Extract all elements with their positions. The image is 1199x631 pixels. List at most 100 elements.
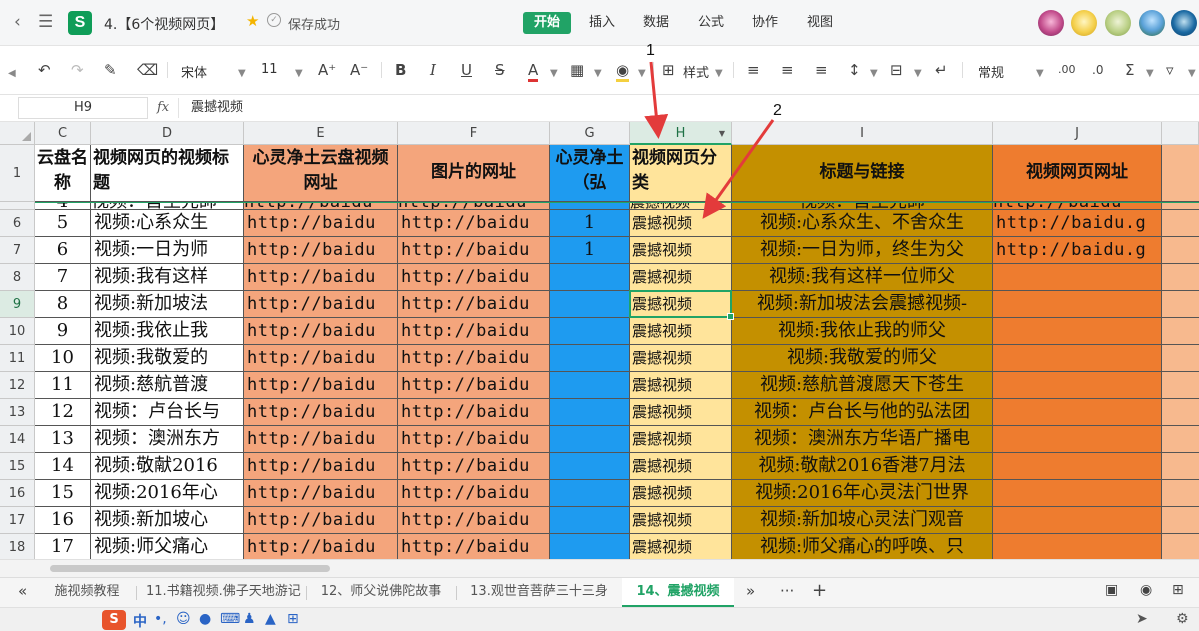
- cell-i[interactable]: 视频:新加坡心灵法门观音: [732, 507, 993, 534]
- menu-view[interactable]: 视图: [796, 12, 844, 34]
- cell-f[interactable]: http://baidu: [398, 318, 550, 345]
- borders-icon[interactable]: ▦: [570, 61, 584, 79]
- cell-i[interactable]: 视频：卢台长与他的弘法团: [732, 399, 993, 426]
- vertical-align-icon[interactable]: ↕: [848, 61, 861, 79]
- redo-icon[interactable]: ↷: [71, 61, 84, 79]
- chevron-down-icon[interactable]: ▼: [295, 65, 303, 83]
- cell-d[interactable]: 视频:心系众生: [91, 210, 244, 237]
- cell-c[interactable]: 15: [35, 480, 91, 507]
- clear-format-icon[interactable]: ⌫: [137, 61, 158, 79]
- rocket-icon[interactable]: ➤: [1136, 611, 1148, 627]
- cell-g[interactable]: [550, 453, 630, 480]
- row-header[interactable]: 16: [0, 480, 35, 507]
- decrease-font-icon[interactable]: A⁻: [350, 61, 368, 79]
- ime-punct-icon[interactable]: •,: [154, 611, 167, 627]
- cell-c[interactable]: 10: [35, 345, 91, 372]
- cell-e[interactable]: http://baidu: [244, 264, 398, 291]
- header-cell-i[interactable]: 标题与链接: [732, 145, 993, 202]
- underline-icon[interactable]: U: [461, 61, 472, 79]
- cell-f[interactable]: http://baidu: [398, 507, 550, 534]
- chevron-down-icon[interactable]: ▼: [594, 65, 602, 83]
- cell-d[interactable]: 视频:一日为师: [91, 237, 244, 264]
- column-header-f[interactable]: F: [398, 122, 550, 145]
- align-center-icon[interactable]: ≡: [781, 61, 794, 79]
- sheet-tab[interactable]: 12、师父说佛陀故事: [306, 578, 456, 607]
- grid-cell[interactable]: [1162, 399, 1199, 426]
- chevron-down-icon[interactable]: ▼: [638, 65, 646, 83]
- cell-f[interactable]: http://baidu: [398, 237, 550, 264]
- row-header[interactable]: 9: [0, 291, 35, 318]
- bold-icon[interactable]: B: [395, 61, 406, 79]
- cell-d[interactable]: 视频:敬献2016: [91, 453, 244, 480]
- ime-toolbox-icon[interactable]: ⊞: [287, 611, 299, 627]
- row-header[interactable]: 10: [0, 318, 35, 345]
- align-right-icon[interactable]: ≡: [815, 61, 828, 79]
- cell-j[interactable]: http://baidu.g: [993, 237, 1162, 264]
- cell-c[interactable]: 17: [35, 534, 91, 559]
- protect-icon[interactable]: ◉: [1140, 582, 1152, 598]
- partial-cell[interactable]: 震撼视频: [630, 202, 732, 210]
- header-cell-d[interactable]: 视频网页的视频标题: [91, 145, 244, 202]
- sheet-tab[interactable]: 13.观世音菩萨三十三身: [456, 578, 622, 607]
- partial-cell[interactable]: [550, 202, 630, 210]
- chevron-down-icon[interactable]: ▼: [914, 65, 922, 83]
- grid-cell[interactable]: [1162, 145, 1199, 202]
- column-header-c[interactable]: C: [35, 122, 91, 145]
- menu-formula[interactable]: 公式: [687, 12, 735, 34]
- select-all-corner[interactable]: [0, 122, 35, 145]
- column-header-e[interactable]: E: [244, 122, 398, 145]
- collaborator-avatar[interactable]: [1139, 10, 1165, 36]
- cell-d[interactable]: 视频:新加坡法: [91, 291, 244, 318]
- cell-c[interactable]: 14: [35, 453, 91, 480]
- column-header-k[interactable]: [1162, 122, 1199, 145]
- cell-c[interactable]: 16: [35, 507, 91, 534]
- chevron-down-icon[interactable]: ▼: [238, 65, 246, 83]
- header-cell-h[interactable]: 视频网页分类: [630, 145, 732, 202]
- document-title[interactable]: 4.【6个视频网页】: [104, 14, 224, 34]
- row-header[interactable]: 15: [0, 453, 35, 480]
- cell-e[interactable]: http://baidu: [244, 345, 398, 372]
- cell-g[interactable]: [550, 399, 630, 426]
- partial-cell[interactable]: http://baidu: [244, 202, 398, 210]
- grid-cell[interactable]: [1162, 534, 1199, 559]
- fx-icon[interactable]: fx: [157, 100, 169, 115]
- ime-logo[interactable]: S: [102, 610, 126, 630]
- menu-start[interactable]: 开始: [523, 12, 572, 34]
- grid-cell[interactable]: [1162, 426, 1199, 453]
- cell-d[interactable]: 视频:我依止我: [91, 318, 244, 345]
- row-header[interactable]: 8: [0, 264, 35, 291]
- more-tabs-icon[interactable]: ···: [780, 582, 794, 600]
- column-header-j[interactable]: J: [993, 122, 1162, 145]
- row-header[interactable]: [0, 202, 35, 210]
- cell-f[interactable]: http://baidu: [398, 480, 550, 507]
- horizontal-scrollbar[interactable]: [0, 559, 1199, 577]
- column-header-g[interactable]: G: [550, 122, 630, 145]
- cell-d[interactable]: 视频：澳洲东方: [91, 426, 244, 453]
- cell-g[interactable]: [550, 291, 630, 318]
- cell-e[interactable]: http://baidu: [244, 480, 398, 507]
- merge-cells-icon[interactable]: ⊟: [890, 61, 903, 79]
- menu-icon[interactable]: ☰: [38, 12, 53, 32]
- cell-e[interactable]: http://baidu: [244, 372, 398, 399]
- cell-h[interactable]: 震撼视频: [630, 210, 732, 237]
- row-header[interactable]: 18: [0, 534, 35, 559]
- grid-cell[interactable]: [1162, 453, 1199, 480]
- cell-h[interactable]: 震撼视频: [630, 345, 732, 372]
- cell-i[interactable]: 视频:我敬爱的师父: [732, 345, 993, 372]
- chevron-down-icon[interactable]: ▼: [870, 65, 878, 83]
- column-header-d[interactable]: D: [91, 122, 244, 145]
- scrollbar-thumb[interactable]: [50, 565, 330, 572]
- row-header[interactable]: 6: [0, 210, 35, 237]
- cell-c[interactable]: 11: [35, 372, 91, 399]
- cell-i[interactable]: 视频:心系众生、不舍众生: [732, 210, 993, 237]
- formula-input[interactable]: 震撼视频: [178, 98, 1199, 118]
- back-icon[interactable]: ‹: [14, 12, 21, 32]
- cell-e[interactable]: http://baidu: [244, 426, 398, 453]
- undo-icon[interactable]: ↶: [38, 61, 51, 79]
- cell-d[interactable]: 视频:新加坡心: [91, 507, 244, 534]
- cell-i[interactable]: 视频:一日为师，终生为父: [732, 237, 993, 264]
- cell-c[interactable]: 9: [35, 318, 91, 345]
- cell-h[interactable]: 震撼视频: [630, 372, 732, 399]
- grid-cell[interactable]: [1162, 291, 1199, 318]
- header-cell-c[interactable]: 云盘名称: [35, 145, 91, 202]
